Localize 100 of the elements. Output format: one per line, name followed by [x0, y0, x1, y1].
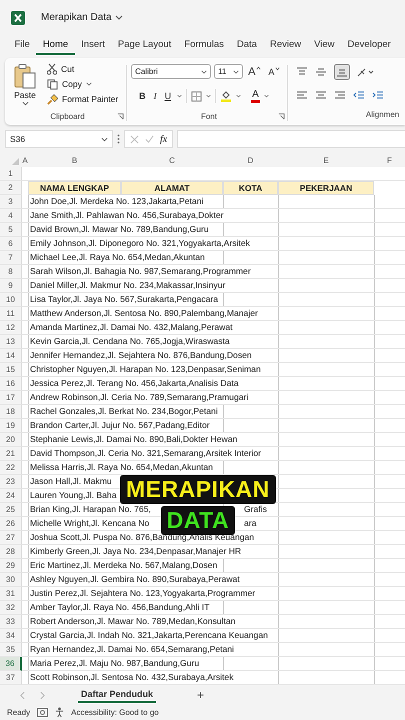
column-header[interactable]: A	[22, 156, 28, 165]
row-header[interactable]: 20	[0, 433, 22, 448]
row-header[interactable]: 30	[0, 573, 22, 588]
chevron-down-icon[interactable]	[201, 70, 208, 74]
align-left-icon[interactable]	[296, 91, 308, 102]
grow-font-button[interactable]: A	[246, 66, 264, 78]
menu-tab[interactable]: Review	[263, 36, 308, 55]
accessibility-icon[interactable]	[55, 707, 64, 718]
column-header[interactable]: C	[121, 156, 223, 165]
row-header[interactable]: 6	[0, 237, 22, 252]
row-header[interactable]: 2	[0, 181, 22, 196]
borders-icon[interactable]	[191, 90, 202, 102]
menu-tab[interactable]: View	[308, 36, 342, 55]
dialog-launcher-icon[interactable]	[117, 112, 124, 120]
chevron-down-icon[interactable]	[206, 94, 212, 98]
row-header[interactable]: 29	[0, 559, 22, 574]
chevron-down-icon[interactable]	[264, 94, 269, 98]
row-header[interactable]: 23	[0, 475, 22, 490]
row-header[interactable]: 5	[0, 223, 22, 238]
row-header[interactable]: 7	[0, 251, 22, 266]
column-header[interactable]: D	[223, 156, 278, 165]
align-right-icon[interactable]	[334, 91, 346, 102]
sheet-tab[interactable]: Daftar Penduduk	[78, 687, 156, 704]
row-header[interactable]: 25	[0, 503, 22, 518]
check-icon[interactable]	[145, 134, 154, 144]
row-header[interactable]: 14	[0, 349, 22, 364]
dialog-launcher-icon[interactable]	[278, 112, 285, 120]
menu-tab[interactable]: Page Layout	[111, 36, 178, 55]
row-header[interactable]: 15	[0, 363, 22, 378]
row-header[interactable]: 31	[0, 587, 22, 602]
text-orientation-icon[interactable]	[356, 66, 375, 77]
insert-function-button[interactable]: fx	[160, 134, 168, 145]
fill-bucket-icon[interactable]	[220, 90, 232, 102]
clipboard-icon[interactable]	[14, 62, 36, 89]
menu-tab[interactable]: Developer	[341, 36, 398, 55]
paste-label[interactable]: Paste	[14, 90, 36, 100]
window-title[interactable]: Merapikan Data	[41, 12, 112, 24]
row-header[interactable]: 34	[0, 629, 22, 644]
decrease-indent-icon[interactable]	[352, 91, 365, 102]
more-options-icon[interactable]	[117, 134, 120, 144]
column-header[interactable]: B	[28, 156, 121, 165]
row-header[interactable]: 27	[0, 531, 22, 546]
align-middle-icon[interactable]	[314, 66, 327, 77]
italic-button[interactable]: I	[152, 91, 159, 102]
row-header[interactable]: 16	[0, 377, 22, 392]
font-color-button[interactable]: A	[251, 90, 260, 103]
chevron-down-icon[interactable]	[86, 82, 92, 86]
menu-tab[interactable]: File	[8, 36, 36, 55]
row-header[interactable]: 36	[0, 657, 22, 672]
row-header[interactable]: 19	[0, 419, 22, 434]
row-header[interactable]: 24	[0, 489, 22, 504]
shrink-font-button[interactable]: A	[266, 66, 282, 77]
add-sheet-button[interactable]: +	[197, 688, 204, 702]
chevron-down-icon[interactable]	[22, 100, 28, 106]
column-header[interactable]: E	[278, 156, 374, 165]
format-painter-button[interactable]: Format Painter	[62, 94, 118, 104]
font-size-field[interactable]: 11	[214, 64, 244, 80]
row-header[interactable]: 18	[0, 405, 22, 420]
row-header[interactable]: 9	[0, 279, 22, 294]
column-header[interactable]: F	[374, 156, 405, 165]
align-top-icon[interactable]	[296, 66, 308, 77]
row-header[interactable]: 32	[0, 601, 22, 616]
row-header[interactable]: 1	[0, 167, 22, 182]
row-header[interactable]: 37	[0, 671, 22, 686]
bold-button[interactable]: B	[137, 91, 148, 102]
accessibility-status[interactable]: Accessibility: Good to go	[71, 708, 159, 718]
row-header[interactable]: 28	[0, 545, 22, 560]
row-header[interactable]: 3	[0, 195, 22, 210]
underline-button[interactable]: U	[162, 91, 174, 102]
copy-icon[interactable]	[47, 78, 58, 90]
row-header[interactable]: 4	[0, 209, 22, 224]
row-header[interactable]: 13	[0, 335, 22, 350]
macro-icon[interactable]	[37, 708, 48, 718]
row-header[interactable]: 10	[0, 293, 22, 308]
menu-tab[interactable]: Formulas	[178, 36, 230, 55]
row-header[interactable]: 11	[0, 307, 22, 322]
row-header[interactable]: 17	[0, 391, 22, 406]
font-name-field[interactable]: Calibri	[131, 64, 212, 80]
chevron-down-icon[interactable]	[101, 136, 108, 142]
scissors-icon[interactable]	[47, 62, 57, 75]
row-header[interactable]: 26	[0, 517, 22, 532]
align-center-icon[interactable]	[314, 91, 327, 102]
menu-tab[interactable]: Data	[230, 36, 264, 55]
row-header[interactable]: 33	[0, 615, 22, 630]
increase-indent-icon[interactable]	[372, 91, 384, 102]
menu-tab[interactable]: Insert	[74, 36, 112, 55]
chevron-down-icon[interactable]	[114, 15, 123, 20]
align-bottom-icon[interactable]	[334, 64, 350, 80]
row-header[interactable]: 21	[0, 447, 22, 462]
chevron-down-icon[interactable]	[233, 70, 240, 74]
formula-input[interactable]	[177, 130, 405, 148]
name-box[interactable]: S36	[5, 130, 113, 148]
row-header[interactable]: 22	[0, 461, 22, 476]
chevron-down-icon[interactable]	[177, 94, 182, 98]
row-header[interactable]: 8	[0, 265, 22, 280]
menu-tab[interactable]: Home	[36, 36, 75, 55]
row-header[interactable]: 12	[0, 321, 22, 336]
chevron-down-icon[interactable]	[236, 94, 242, 98]
copy-button[interactable]: Copy	[62, 79, 82, 90]
paintbrush-icon[interactable]	[47, 94, 58, 105]
